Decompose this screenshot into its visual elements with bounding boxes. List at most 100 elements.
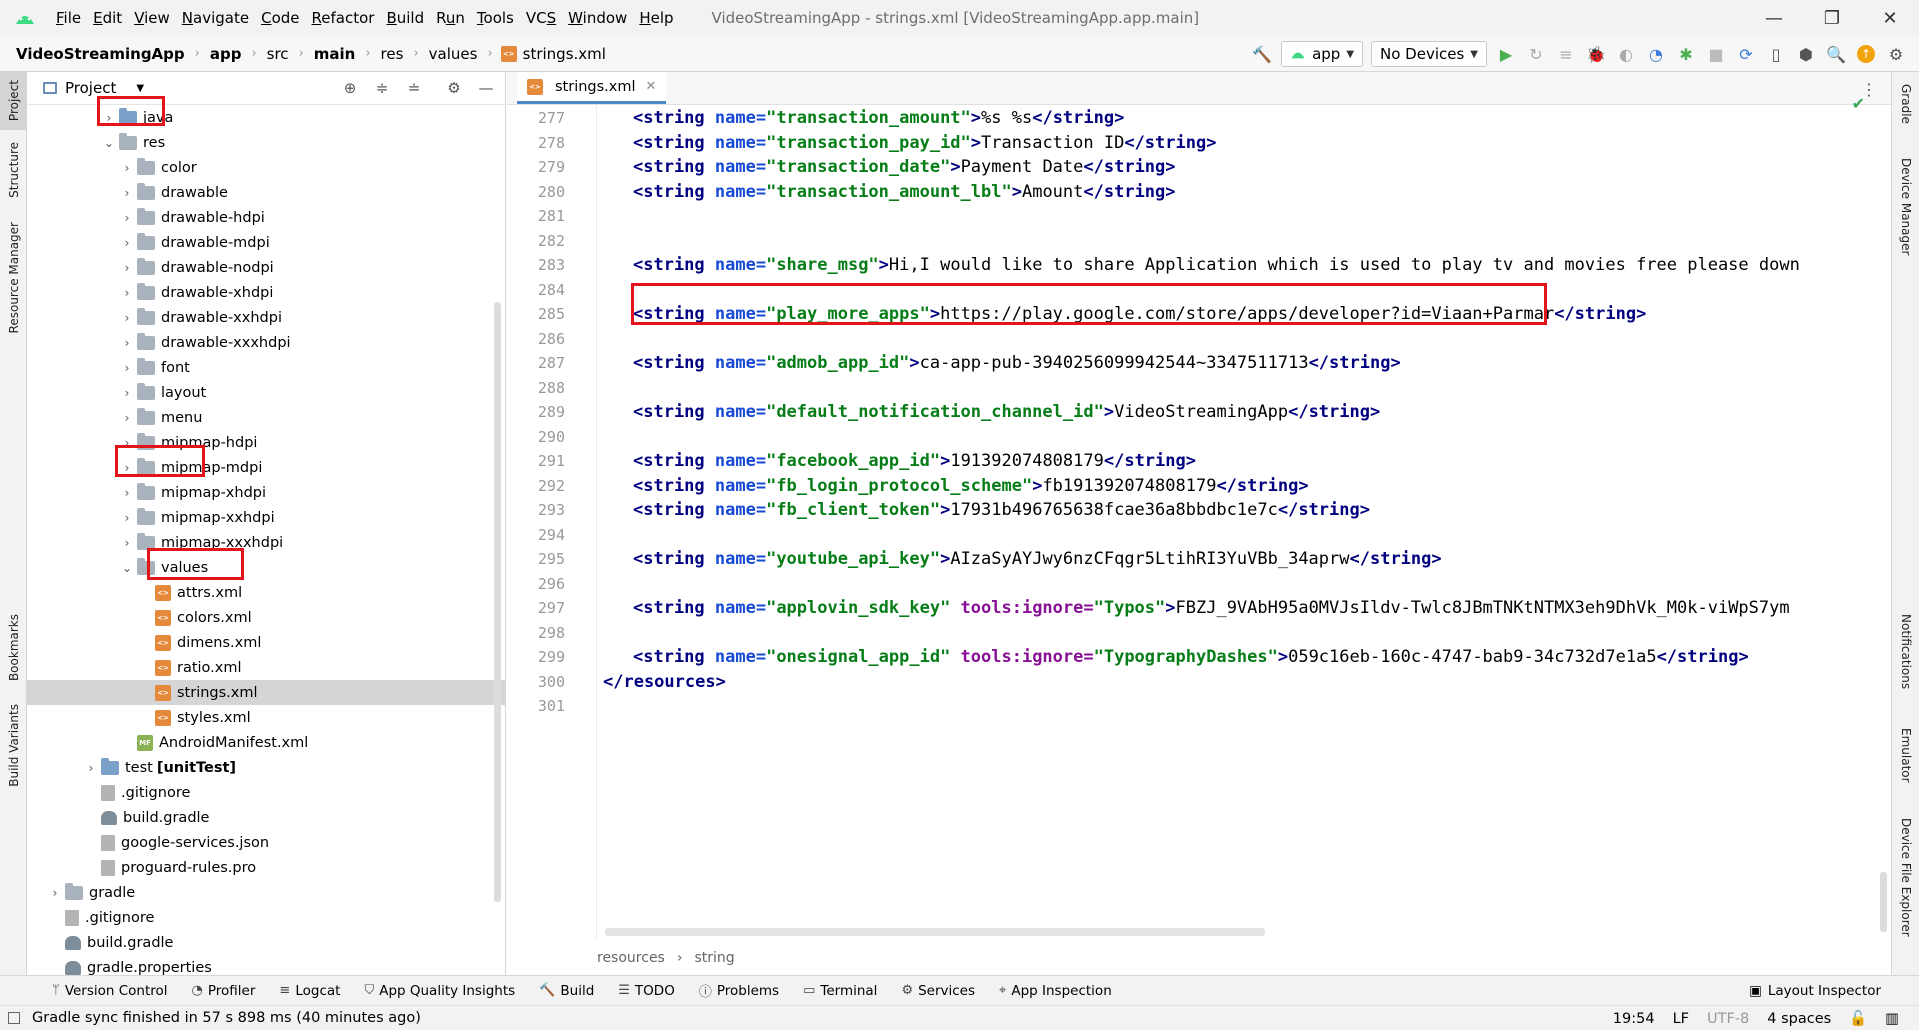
- tool-tab-device-manager[interactable]: Device Manager: [1892, 152, 1919, 262]
- hammer-icon[interactable]: 🔨: [1247, 39, 1277, 69]
- menu-item-window[interactable]: Window: [562, 9, 633, 27]
- tree-item[interactable]: <> attrs.xml: [27, 580, 505, 605]
- collapse-all-icon[interactable]: ≐: [401, 75, 427, 101]
- tool-tab-services[interactable]: ⚙ Services: [889, 981, 987, 1000]
- run-icon[interactable]: ▶: [1491, 39, 1521, 69]
- tree-item[interactable]: <> strings.xml: [27, 680, 505, 705]
- menu-item-view[interactable]: View: [128, 9, 176, 27]
- breadcrumb-item[interactable]: res: [379, 45, 406, 63]
- tree-item[interactable]: › java: [27, 105, 505, 130]
- debug-icon[interactable]: 🐞: [1581, 39, 1611, 69]
- chevron-right-icon[interactable]: ›: [45, 886, 65, 900]
- tool-tab-app-quality-insights[interactable]: ⛉ App Quality Insights: [352, 981, 527, 1000]
- chevron-right-icon[interactable]: ›: [117, 286, 137, 300]
- menu-item-code[interactable]: Code: [255, 9, 305, 27]
- tool-tab-structure[interactable]: Structure: [0, 134, 27, 206]
- tool-tab-emulator[interactable]: Emulator: [1892, 720, 1919, 790]
- breadcrumb-item[interactable]: src: [265, 45, 291, 63]
- tree-item[interactable]: .gitignore: [27, 780, 505, 805]
- menu-item-refactor[interactable]: Refactor: [306, 9, 381, 27]
- minimize-icon[interactable]: —: [1745, 0, 1803, 36]
- breadcrumb-item[interactable]: app: [208, 45, 244, 63]
- tree-item[interactable]: ⌄ res: [27, 130, 505, 155]
- tree-item[interactable]: › mipmap-xhdpi: [27, 480, 505, 505]
- menu-item-edit[interactable]: Edit: [87, 9, 128, 27]
- tree-item[interactable]: › test [unitTest]: [27, 755, 505, 780]
- hide-icon[interactable]: —: [473, 75, 499, 101]
- chevron-down-icon[interactable]: ▼: [136, 83, 144, 94]
- gear-icon[interactable]: ⚙: [441, 75, 467, 101]
- chevron-right-icon[interactable]: ›: [117, 236, 137, 250]
- profile-icon[interactable]: ◔: [1641, 39, 1671, 69]
- chevron-right-icon[interactable]: ›: [117, 361, 137, 375]
- close-icon[interactable]: ✕: [1861, 0, 1919, 36]
- menu-item-vcs[interactable]: VCS: [520, 9, 562, 27]
- tree-item[interactable]: › mipmap-xxhdpi: [27, 505, 505, 530]
- chevron-right-icon[interactable]: ›: [117, 386, 137, 400]
- tree-item[interactable]: › drawable-xxhdpi: [27, 305, 505, 330]
- tree-item[interactable]: <> colors.xml: [27, 605, 505, 630]
- tool-tab-gradle[interactable]: Gradle: [1892, 74, 1919, 134]
- tree-item[interactable]: › gradle: [27, 880, 505, 905]
- menu-item-navigate[interactable]: Navigate: [176, 9, 255, 27]
- close-tab-icon[interactable]: ✕: [646, 79, 657, 94]
- tree-item[interactable]: › drawable-xxxhdpi: [27, 330, 505, 355]
- chevron-right-icon[interactable]: ›: [117, 211, 137, 225]
- tree-item[interactable]: google-services.json: [27, 830, 505, 855]
- chevron-right-icon[interactable]: ›: [117, 511, 137, 525]
- tree-item[interactable]: › menu: [27, 405, 505, 430]
- tree-item[interactable]: <> styles.xml: [27, 705, 505, 730]
- chevron-right-icon[interactable]: ›: [117, 411, 137, 425]
- memory-indicator-icon[interactable]: ▥: [1885, 1011, 1899, 1027]
- apply-code-changes-icon[interactable]: ≡: [1551, 39, 1581, 69]
- tree-item[interactable]: ⌄ values: [27, 555, 505, 580]
- vertical-scrollbar[interactable]: [1880, 872, 1887, 932]
- chevron-right-icon[interactable]: ›: [99, 111, 119, 125]
- apply-changes-icon[interactable]: ↻: [1521, 39, 1551, 69]
- device-manager-icon[interactable]: ▯: [1761, 39, 1791, 69]
- tool-tab-build[interactable]: 🔨 Build: [527, 981, 606, 1000]
- editor-breadcrumb-item[interactable]: string: [694, 950, 734, 966]
- tool-tab-terminal[interactable]: ▭ Terminal: [791, 981, 889, 1000]
- tool-tab-layout-inspector[interactable]: ▣ Layout Inspector: [1749, 976, 1881, 1006]
- menu-item-help[interactable]: Help: [633, 9, 679, 27]
- chevron-right-icon[interactable]: ›: [117, 311, 137, 325]
- project-tree-scrollbar[interactable]: [494, 302, 501, 902]
- tree-item[interactable]: .gitignore: [27, 905, 505, 930]
- breadcrumb-item[interactable]: values: [427, 45, 480, 63]
- chevron-right-icon[interactable]: ›: [81, 761, 101, 775]
- tree-item[interactable]: › drawable-xhdpi: [27, 280, 505, 305]
- chevron-right-icon[interactable]: ›: [117, 261, 137, 275]
- breadcrumb-item[interactable]: main: [312, 45, 358, 63]
- status-message[interactable]: Gradle sync finished in 57 s 898 ms (40 …: [32, 1010, 421, 1026]
- tool-tab-todo[interactable]: ☰ TODO: [606, 981, 687, 1000]
- tree-item[interactable]: › font: [27, 355, 505, 380]
- tree-item[interactable]: › mipmap-mdpi: [27, 455, 505, 480]
- code-area[interactable]: <string name= "transaction_amount" > %s %s <…: [597, 105, 1891, 939]
- tree-item[interactable]: build.gradle: [27, 805, 505, 830]
- line-separator[interactable]: LF: [1673, 1011, 1689, 1027]
- update-icon[interactable]: ↑: [1851, 39, 1881, 69]
- editor-breadcrumb-item[interactable]: resources: [597, 950, 665, 966]
- chevron-down-icon[interactable]: ⌄: [117, 561, 137, 575]
- tree-item[interactable]: › layout: [27, 380, 505, 405]
- run-config-dropdown[interactable]: app ▼: [1281, 41, 1364, 67]
- horizontal-scrollbar[interactable]: [605, 928, 1265, 936]
- tree-item[interactable]: <> dimens.xml: [27, 630, 505, 655]
- tool-tab-resource-manager[interactable]: Resource Manager: [0, 218, 27, 338]
- menu-item-file[interactable]: File: [50, 9, 87, 27]
- tree-item[interactable]: › drawable-mdpi: [27, 230, 505, 255]
- expand-all-icon[interactable]: ≑: [369, 75, 395, 101]
- stop-icon[interactable]: ■: [1701, 39, 1731, 69]
- chevron-right-icon[interactable]: ›: [117, 486, 137, 500]
- tree-item[interactable]: MF AndroidManifest.xml: [27, 730, 505, 755]
- attach-debugger-icon[interactable]: ✱: [1671, 39, 1701, 69]
- chevron-right-icon[interactable]: ›: [117, 161, 137, 175]
- breadcrumb-item[interactable]: strings.xml: [521, 45, 608, 63]
- restore-icon[interactable]: ❐: [1803, 0, 1861, 36]
- tree-item[interactable]: build.gradle: [27, 930, 505, 955]
- indent-setting[interactable]: 4 spaces: [1767, 1011, 1831, 1027]
- search-icon[interactable]: 🔍: [1821, 39, 1851, 69]
- tree-item[interactable]: › mipmap-xxxhdpi: [27, 530, 505, 555]
- tree-item[interactable]: › color: [27, 155, 505, 180]
